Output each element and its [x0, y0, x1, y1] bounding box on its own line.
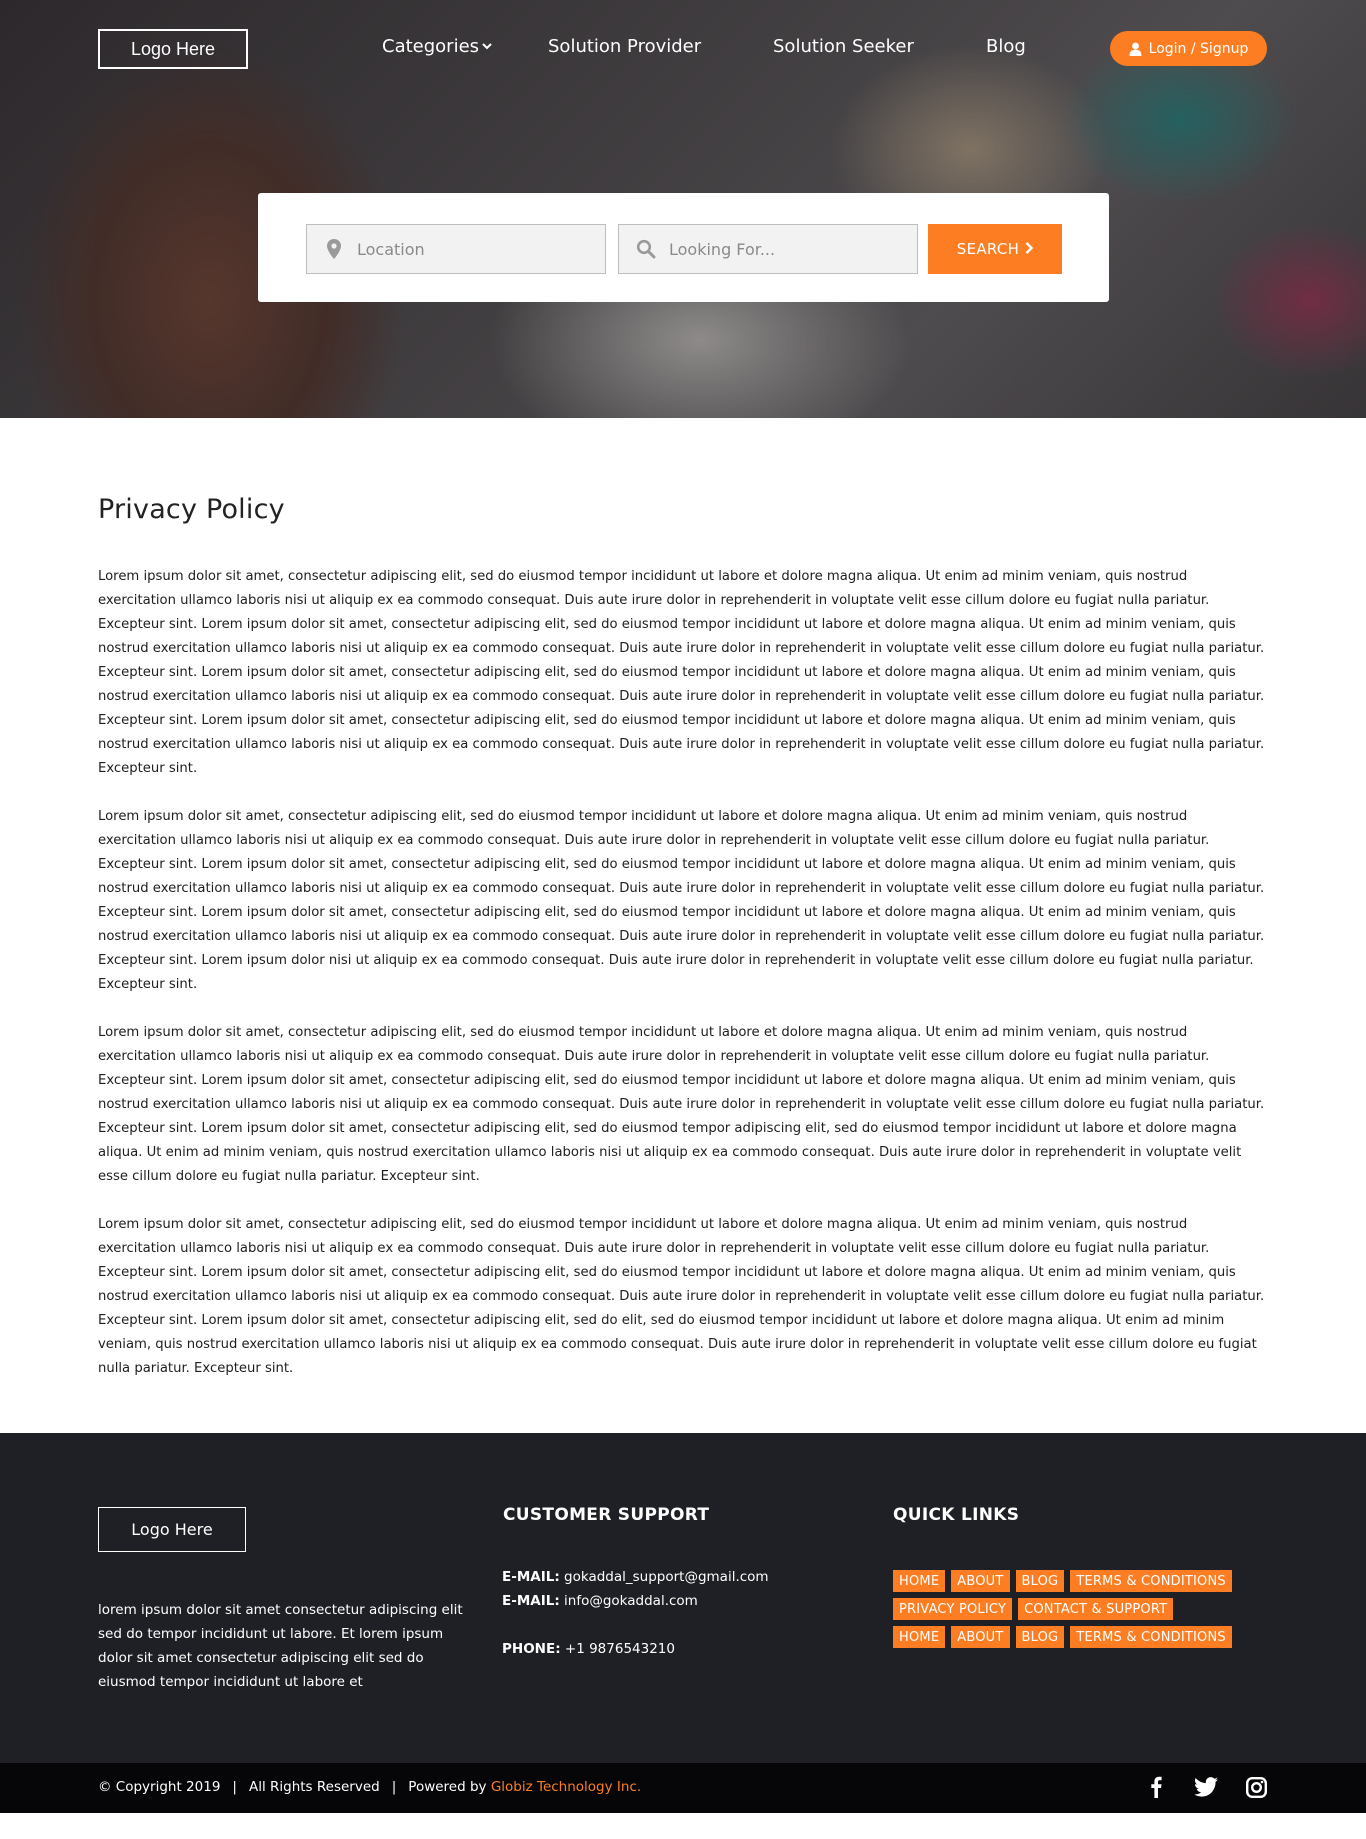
quick-links-row: HOME ABOUT BLOG TERMS & CONDITIONS [893, 1570, 1293, 1592]
nav-solution-seeker[interactable]: Solution Seeker [773, 36, 986, 57]
main-nav: Categories Solution Provider Solution Se… [382, 36, 1026, 57]
email-support-link[interactable]: gokaddal_support@gmail.com [564, 1569, 769, 1585]
email-line-1: E-MAIL: gokaddal_support@gmail.com [502, 1565, 769, 1589]
separator: | [391, 1779, 397, 1795]
footer: Logo Here lorem ipsum dolor sit amet con… [0, 1433, 1366, 1763]
nav-solution-provider[interactable]: Solution Provider [548, 36, 773, 57]
social-links [1144, 1775, 1268, 1799]
main-content: Privacy Policy Lorem ipsum dolor sit ame… [0, 418, 1366, 1381]
quick-link-home[interactable]: HOME [893, 1626, 946, 1648]
nav-categories[interactable]: Categories [382, 36, 548, 57]
copyright-text: © Copyright 2019 | All Rights Reserved | Pow… [98, 1779, 641, 1795]
policy-paragraph: Lorem ipsum dolor sit amet, consectetur … [98, 1025, 1265, 1184]
chevron-right-icon [1025, 240, 1034, 258]
policy-paragraph: Lorem ipsum dolor sit amet, consectetur … [98, 809, 1265, 992]
quick-links-row: HOME ABOUT BLOG TERMS & CONDITIONS [893, 1626, 1293, 1648]
search-panel: SEARCH [258, 193, 1109, 302]
top-navigation-bar: Logo Here Categories Solution Provider S… [0, 0, 1366, 98]
login-signup-button[interactable]: Login / Signup [1110, 31, 1267, 66]
phone-label: PHONE: [502, 1641, 561, 1657]
quick-link-contact[interactable]: CONTACT & SUPPORT [1018, 1598, 1174, 1620]
quick-links-row: PRIVACY POLICY CONTACT & SUPPORT [893, 1598, 1293, 1620]
quick-links-heading: QUICK LINKS [893, 1505, 1020, 1525]
policy-paragraph: Lorem ipsum dolor sit amet, consectetur … [98, 1217, 1265, 1376]
separator: | [232, 1779, 237, 1795]
map-marker-icon [323, 239, 345, 259]
policy-content: Lorem ipsum dolor sit amet, consectetur … [98, 565, 1268, 1381]
copyright: © Copyright 2019 [98, 1779, 221, 1795]
nav-categories-label: Categories [382, 36, 480, 57]
quick-link-about[interactable]: ABOUT [951, 1570, 1010, 1592]
quick-link-blog[interactable]: BLOG [1015, 1626, 1065, 1648]
user-icon [1129, 42, 1142, 56]
search-button-label: SEARCH [956, 240, 1020, 258]
page-title: Privacy Policy [98, 494, 285, 525]
customer-support-heading: CUSTOMER SUPPORT [503, 1505, 710, 1525]
search-button[interactable]: SEARCH [928, 224, 1062, 274]
hero-banner: Logo Here Categories Solution Provider S… [0, 0, 1366, 418]
twitter-icon[interactable] [1194, 1775, 1218, 1799]
rights: All Rights Reserved [248, 1779, 380, 1795]
powered-by: Powered by [408, 1779, 487, 1795]
email-label: E-MAIL: [502, 1593, 560, 1609]
policy-paragraph: Lorem ipsum dolor sit amet, consectetur … [98, 569, 1265, 776]
looking-for-input[interactable] [669, 239, 909, 259]
nav-blog[interactable]: Blog [986, 36, 1026, 57]
email-line-2: E-MAIL: info@gokaddal.com [502, 1589, 769, 1613]
contact-info: E-MAIL: gokaddal_support@gmail.com E-MAI… [502, 1565, 769, 1661]
location-input[interactable] [357, 239, 597, 259]
quick-link-blog[interactable]: BLOG [1015, 1570, 1065, 1592]
instagram-icon[interactable] [1244, 1775, 1268, 1799]
quick-links: HOME ABOUT BLOG TERMS & CONDITIONS PRIVA… [893, 1570, 1293, 1654]
footer-about-text: lorem ipsum dolor sit amet consectetur a… [98, 1602, 463, 1690]
login-signup-label: Login / Signup [1148, 40, 1249, 57]
email-label: E-MAIL: [502, 1569, 560, 1585]
copyright-bar: © Copyright 2019 | All Rights Reserved | Pow… [0, 1763, 1366, 1813]
footer-logo[interactable]: Logo Here [98, 1507, 246, 1552]
facebook-icon[interactable] [1144, 1775, 1168, 1799]
email-info-link[interactable]: info@gokaddal.com [564, 1593, 698, 1609]
quick-link-privacy[interactable]: PRIVACY POLICY [893, 1598, 1013, 1620]
location-field[interactable] [306, 224, 606, 274]
looking-for-field[interactable] [618, 224, 918, 274]
quick-link-about[interactable]: ABOUT [951, 1626, 1010, 1648]
phone-line: PHONE: +1 9876543210 [502, 1637, 769, 1661]
site-logo[interactable]: Logo Here [98, 29, 248, 69]
quick-link-home[interactable]: HOME [893, 1570, 946, 1592]
search-icon [635, 239, 657, 259]
quick-link-terms[interactable]: TERMS & CONDITIONS [1070, 1626, 1232, 1648]
phone-number[interactable]: +1 9876543210 [565, 1641, 675, 1657]
quick-link-terms[interactable]: TERMS & CONDITIONS [1070, 1570, 1232, 1592]
company-link[interactable]: Globiz Technology Inc. [491, 1779, 641, 1795]
chevron-down-icon [482, 40, 492, 54]
